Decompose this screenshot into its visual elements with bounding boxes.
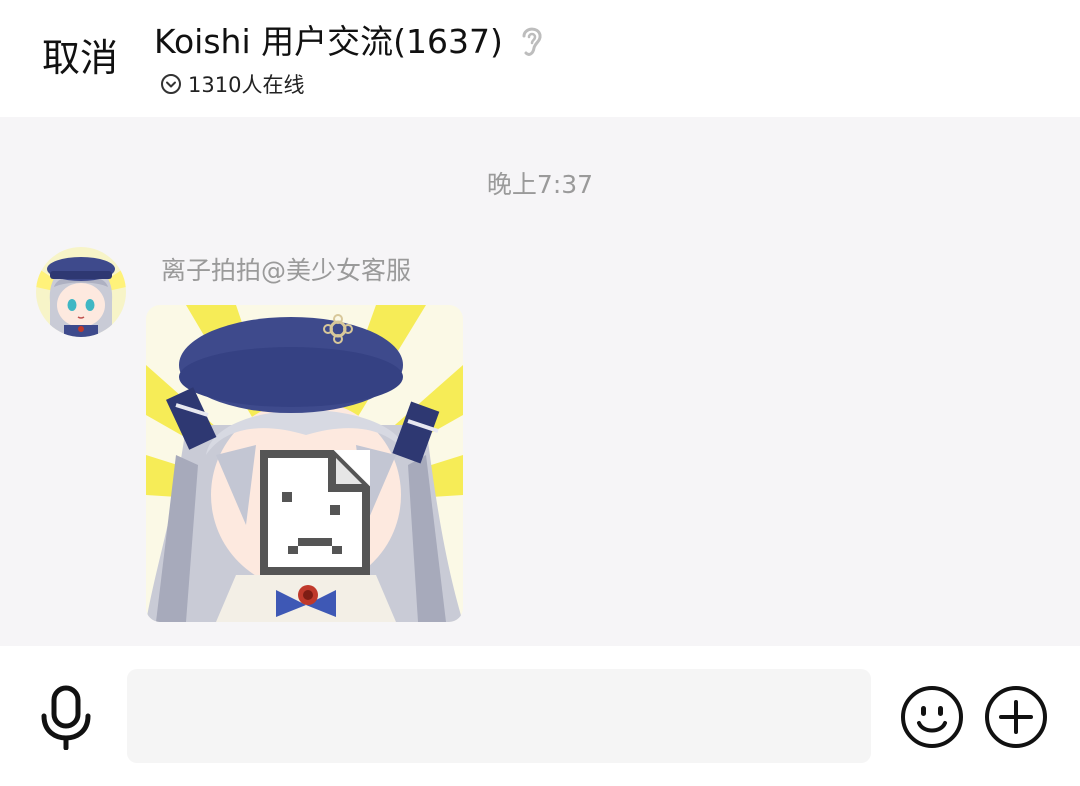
broken-image-icon bbox=[146, 305, 463, 622]
microphone-icon[interactable] bbox=[38, 684, 94, 750]
title-row: Koishi 用户交流(1637) bbox=[154, 18, 547, 66]
input-bar bbox=[0, 646, 1080, 786]
chevron-down-circle-icon bbox=[161, 74, 181, 94]
ear-icon[interactable] bbox=[515, 22, 547, 62]
group-title[interactable]: Koishi 用户交流(1637) bbox=[154, 18, 503, 66]
chat-header: 取消 Koishi 用户交流(1637) 1310人在线 bbox=[0, 0, 1080, 117]
avatar[interactable] bbox=[36, 247, 126, 337]
message-timestamp: 晚上7:37 bbox=[486, 170, 594, 199]
online-count: 1310人在线 bbox=[188, 73, 305, 97]
sender-name[interactable]: 离子拍拍@美少女客服 bbox=[161, 251, 411, 287]
message-list[interactable]: 晚上7:37 离子拍拍@美少女客服 bbox=[0, 117, 1080, 646]
plus-circle-icon[interactable] bbox=[984, 685, 1048, 749]
image-message[interactable] bbox=[146, 305, 463, 622]
chat-screen: 取消 Koishi 用户交流(1637) 1310人在线 晚上7:37 离子拍拍… bbox=[0, 0, 1080, 786]
message-input[interactable] bbox=[127, 669, 871, 763]
online-status[interactable]: 1310人在线 bbox=[160, 70, 304, 98]
cancel-button[interactable]: 取消 bbox=[42, 33, 118, 83]
smiley-icon[interactable] bbox=[900, 685, 964, 749]
anime-girl-avatar-image bbox=[36, 247, 126, 337]
